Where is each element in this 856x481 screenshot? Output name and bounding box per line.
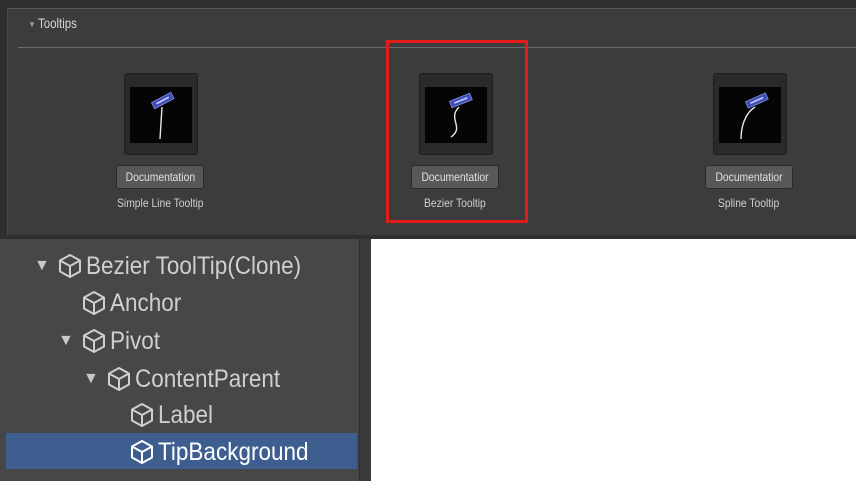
gameobject-cube-icon — [130, 402, 154, 428]
cut-off-row-bottom — [10, 472, 190, 481]
hierarchy-item-tipbackground[interactable]: TipBackground — [130, 433, 325, 469]
hierarchy-item-anchor[interactable]: Anchor — [82, 284, 189, 320]
gameobject-cube-icon — [82, 328, 106, 354]
hierarchy-panel: ▼ Bezier ToolTip(Clone) Anchor ▼ Pivot ▼… — [0, 239, 371, 481]
section-title: Tooltips — [38, 15, 77, 31]
tooltip-preview-frame[interactable] — [124, 73, 198, 155]
highlight-annotation-box — [386, 40, 528, 223]
hierarchy-item-contentparent[interactable]: ▼ ContentParent — [83, 360, 296, 396]
tooltip-name-label: Spline Tooltip — [718, 196, 780, 210]
tooltip-card-simple-line: Documentation Simple Line Tooltip — [82, 73, 232, 213]
hierarchy-item-pivot[interactable]: ▼ Pivot — [58, 322, 166, 358]
screenshot-root: ▼ Tooltips Documentation Simple Line Too… — [0, 0, 856, 481]
gameobject-cube-icon — [82, 290, 106, 316]
hierarchy-scrollbar[interactable] — [359, 239, 371, 481]
gameobject-cube-icon — [107, 366, 131, 392]
gameobject-cube-icon — [130, 439, 154, 465]
foldout-arrow-icon[interactable]: ▼ — [28, 20, 36, 29]
expand-arrow-icon[interactable]: ▼ — [83, 361, 103, 397]
expand-arrow-icon[interactable]: ▼ — [58, 323, 78, 359]
documentation-button[interactable]: Documentation — [116, 165, 204, 189]
cut-off-row-top — [55, 239, 245, 241]
tooltips-panel: ▼ Tooltips Documentation Simple Line Too… — [0, 0, 856, 239]
tooltip-preview-frame[interactable] — [713, 73, 787, 155]
straight-line-tooltip-preview-icon — [130, 87, 192, 143]
tooltip-name-label: Simple Line Tooltip — [116, 196, 204, 210]
documentation-button[interactable]: Documentatior — [705, 165, 793, 189]
spline-curve-tooltip-preview-icon — [719, 87, 781, 143]
tooltip-card-spline: Documentatior Spline Tooltip — [671, 73, 821, 213]
hierarchy-item-bezier-tooltip-clone[interactable]: ▼ Bezier ToolTip(Clone) — [34, 247, 325, 283]
expand-arrow-icon[interactable]: ▼ — [34, 248, 54, 284]
hierarchy-item-label[interactable]: Label — [130, 396, 219, 432]
gameobject-cube-icon — [58, 253, 82, 279]
